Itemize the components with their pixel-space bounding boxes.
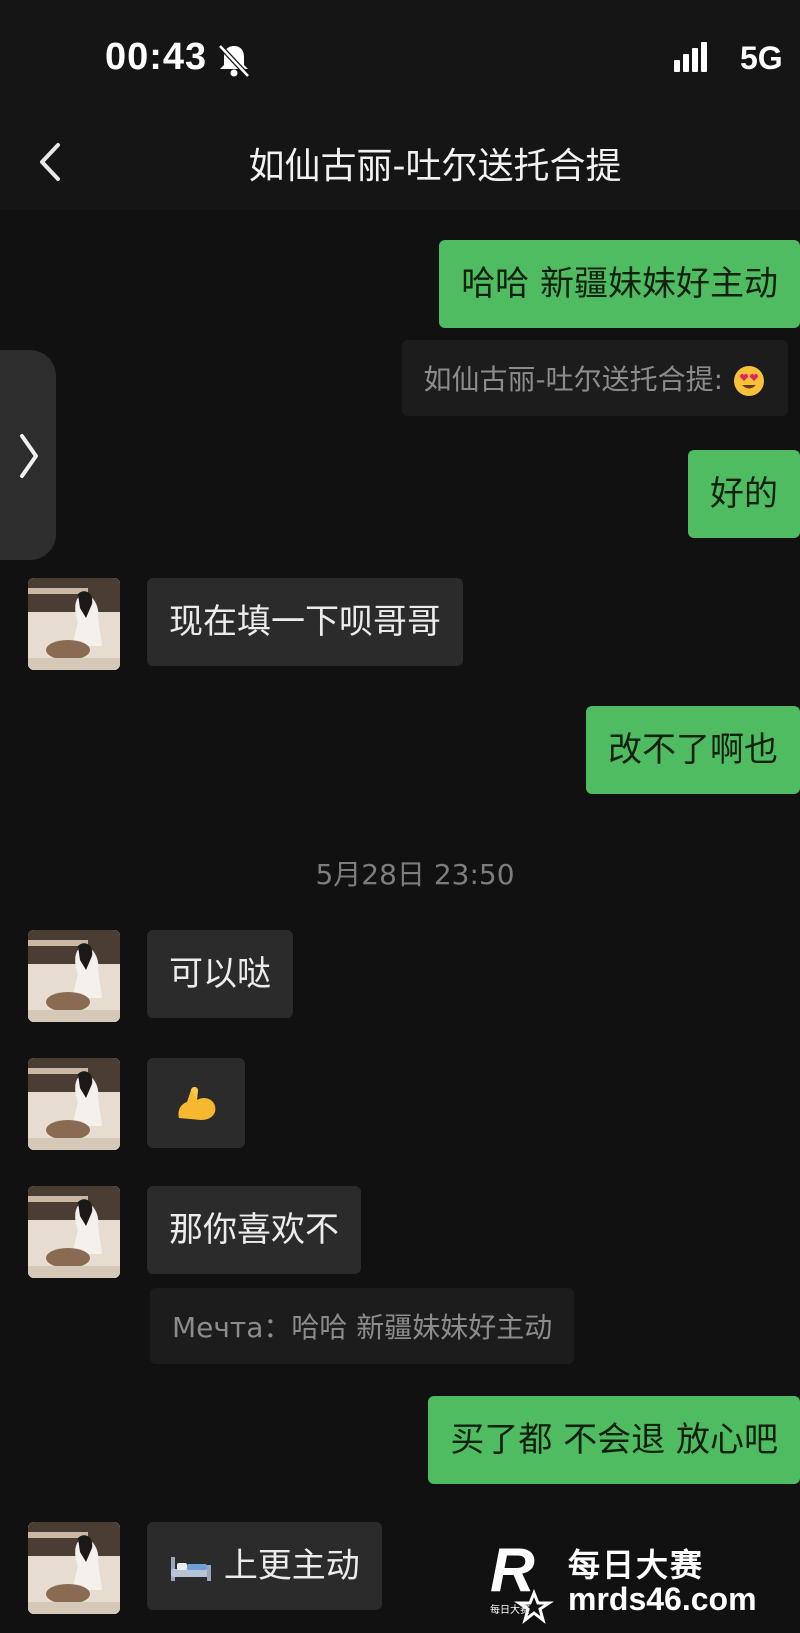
bed-emoji-icon — [171, 1556, 211, 1581]
message-text: 哈哈 新疆妹妹好主动 — [461, 264, 778, 304]
message-text: 上更主动 — [223, 1546, 360, 1586]
contact-avatar[interactable] — [28, 1522, 120, 1614]
message-text: 那你喜欢不 — [169, 1210, 339, 1250]
watermark-url: mrds46.com — [568, 1581, 757, 1617]
watermark-logo-sub: 每日大赛 — [490, 1603, 530, 1616]
network-type: 5G — [740, 40, 783, 76]
watermark-logo-letter: R — [490, 1536, 535, 1605]
bell-muted-icon — [218, 44, 250, 78]
avatar-image — [28, 1186, 120, 1278]
avatar-image — [28, 578, 120, 670]
contact-avatar[interactable] — [28, 578, 120, 670]
message-text: 可以哒 — [169, 954, 271, 994]
quote-text: Мечта：哈哈 新疆妹妹好主动 — [172, 1311, 553, 1344]
side-expand-tab[interactable] — [0, 350, 56, 560]
status-bar: 00:43 5G — [0, 0, 800, 115]
message-text: 改不了啊也 — [608, 730, 778, 770]
quoted-reply[interactable]: Мечта：哈哈 新疆妹妹好主动 — [150, 1288, 575, 1364]
contact-avatar[interactable] — [28, 1186, 120, 1278]
message-bubble-outgoing[interactable]: 买了都 不会退 放心吧 — [428, 1396, 800, 1484]
flexed-biceps-emoji-icon — [178, 1087, 216, 1120]
chat-title: 如仙古丽-吐尔送托合提 — [248, 146, 622, 187]
quoted-reply[interactable]: 如仙古丽-吐尔送托合提: — [401, 340, 788, 416]
contact-avatar[interactable] — [28, 1058, 120, 1150]
message-bubble-incoming[interactable]: 那你喜欢不 — [147, 1186, 361, 1274]
contact-avatar[interactable] — [28, 930, 120, 1022]
message-bubble-incoming[interactable]: 可以哒 — [147, 930, 293, 1018]
chat-header: 如仙古丽-吐尔送托合提 — [0, 115, 800, 210]
message-bubble-outgoing[interactable]: 改不了啊也 — [586, 706, 800, 794]
message-text: 好的 — [710, 474, 778, 514]
status-time: 00:43 — [105, 36, 208, 78]
message-bubble-outgoing[interactable]: 哈哈 新疆妹妹好主动 — [439, 240, 800, 328]
message-bubble-incoming[interactable]: 上更主动 — [147, 1522, 382, 1610]
chevron-right-icon — [20, 434, 38, 478]
avatar-image — [28, 1522, 120, 1614]
message-text: 买了都 不会退 放心吧 — [450, 1420, 778, 1460]
quote-text: 如仙古丽-吐尔送托合提: — [423, 363, 724, 396]
heart-eyes-emoji-icon — [734, 366, 764, 396]
message-text: 现在填一下呗哥哥 — [169, 602, 441, 642]
chat-timestamp: 5月28日 23:50 — [315, 858, 515, 891]
watermark: R 每日大赛 每日大赛 mrds46.com — [488, 1535, 788, 1625]
watermark-logo-icon: R 每日大赛 — [490, 1536, 554, 1624]
avatar-image — [28, 1058, 120, 1150]
watermark-name: 每日大赛 — [568, 1546, 705, 1584]
signal-icon — [674, 42, 710, 72]
message-bubble-outgoing[interactable]: 好的 — [688, 450, 800, 538]
avatar-image — [28, 930, 120, 1022]
message-bubble-incoming[interactable] — [147, 1058, 245, 1148]
message-bubble-incoming[interactable]: 现在填一下呗哥哥 — [147, 578, 463, 666]
